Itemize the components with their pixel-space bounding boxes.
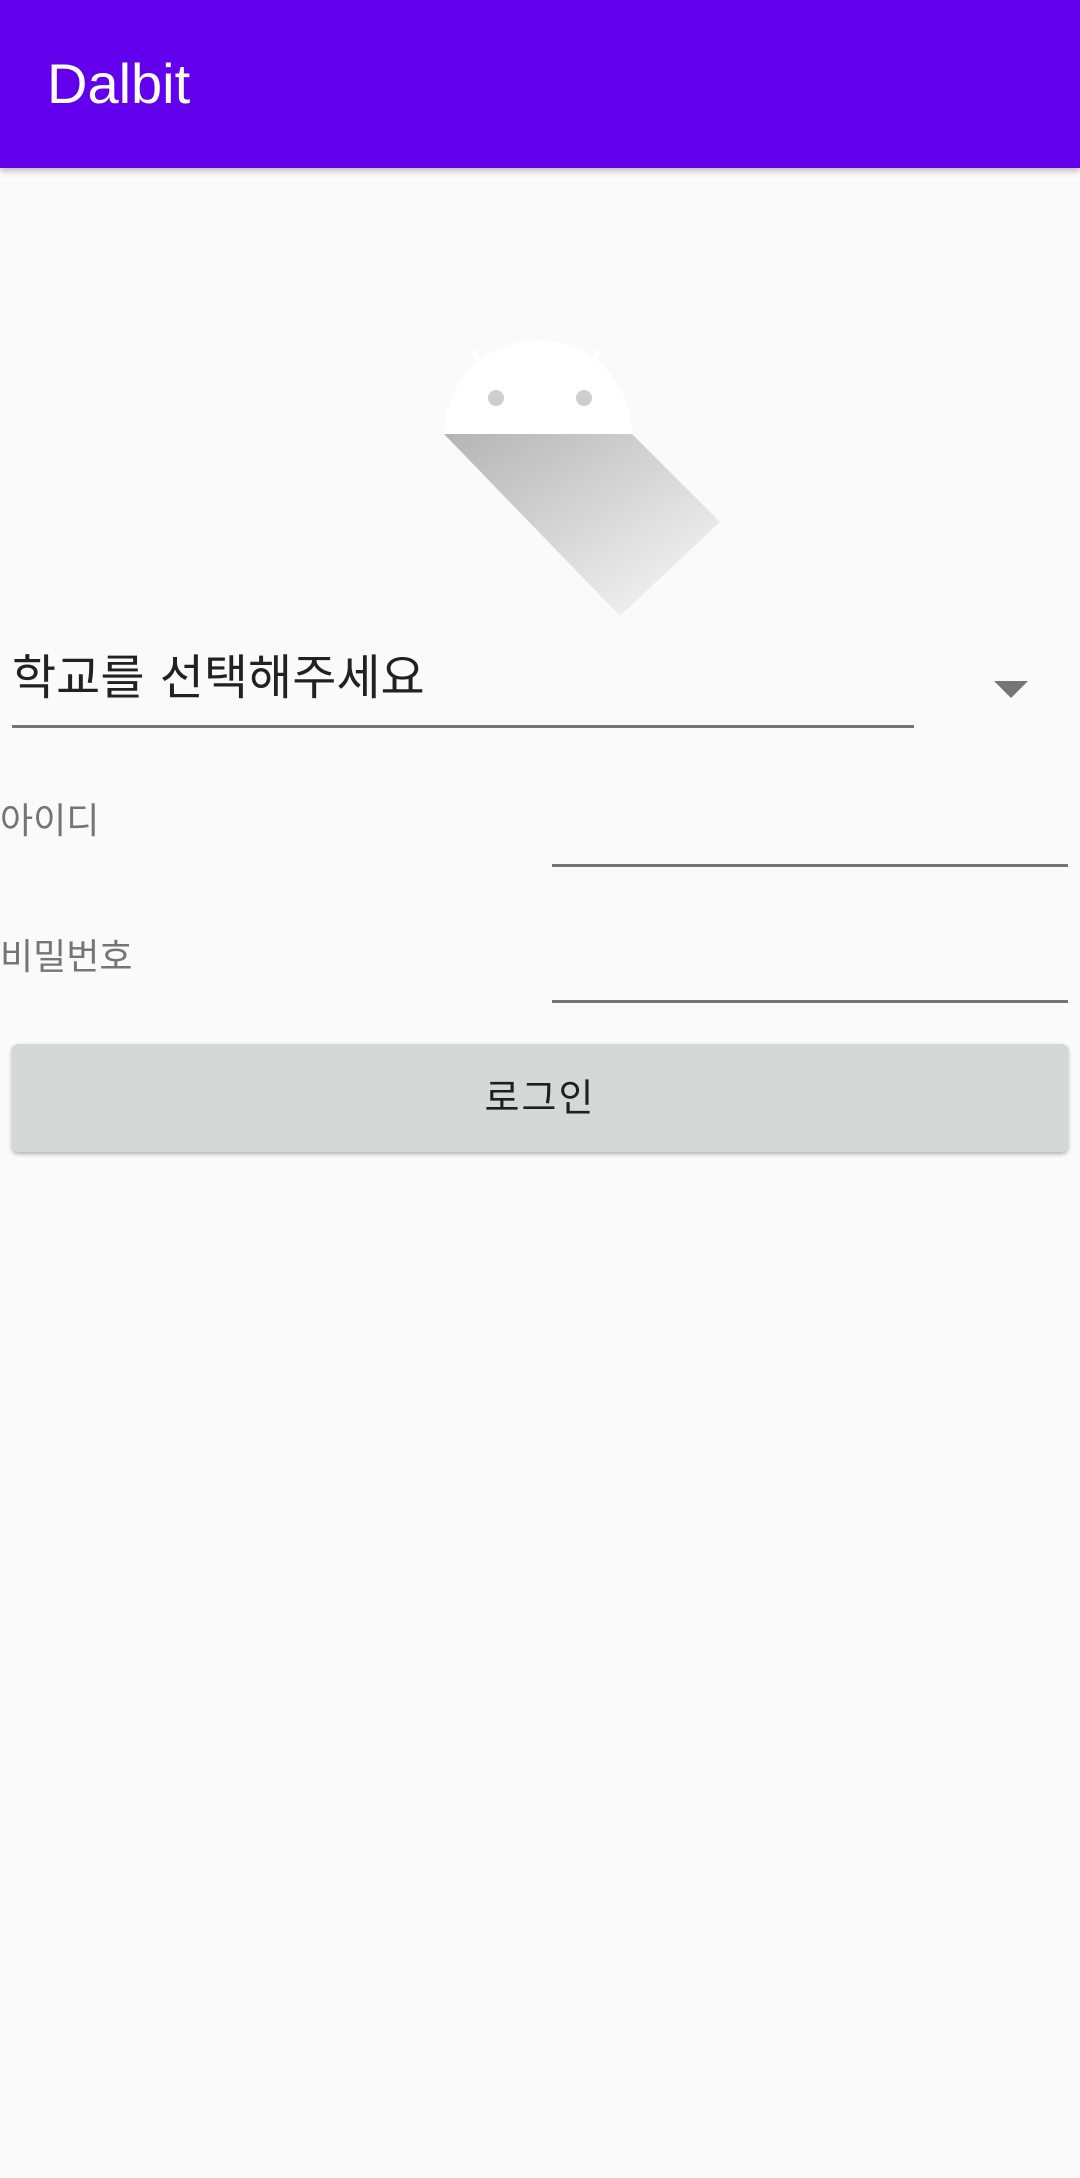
password-input[interactable] (552, 940, 1068, 1003)
school-spinner[interactable]: 학교를 선택해주세요 (12, 640, 1068, 730)
android-icon (430, 316, 750, 616)
id-label: 아이디 (0, 801, 100, 842)
school-spinner-selected: 학교를 선택해주세요 (12, 650, 425, 706)
login-button[interactable]: 로그인 (12, 1044, 1068, 1152)
password-label: 비밀번호 (0, 937, 133, 978)
id-input[interactable] (552, 804, 1068, 867)
app-title: Dalbit (47, 52, 191, 115)
school-spinner-underline (12, 725, 914, 728)
dropdown-arrow-icon[interactable] (994, 681, 1028, 698)
login-button-label: 로그인 (484, 1076, 596, 1120)
app-bar: Dalbit (0, 0, 1080, 168)
